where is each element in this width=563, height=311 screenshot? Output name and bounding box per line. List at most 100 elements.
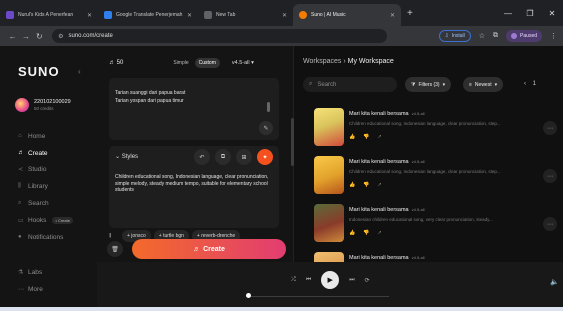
- sparkle-icon[interactable]: ✦: [257, 149, 273, 165]
- extensions-icon[interactable]: ⧉: [493, 32, 498, 40]
- new-tab-button[interactable]: +: [407, 8, 413, 19]
- song-title[interactable]: Mari kita kenali bersama v4.5-all: [349, 255, 425, 261]
- version-select[interactable]: v4.5-all ▾: [232, 60, 254, 66]
- song-row[interactable]: Mari kita kenali bersama v4.5-all Childre…: [303, 156, 561, 204]
- like-icon[interactable]: 👍: [349, 230, 355, 236]
- volume-icon[interactable]: 🔈: [550, 278, 559, 286]
- song-title[interactable]: Mari kita kenali bersama v4.5-all: [349, 207, 425, 213]
- previous-icon[interactable]: ⏮: [306, 277, 311, 284]
- song-title[interactable]: Mari kita kenali bersama v4.5-all: [349, 111, 425, 117]
- user-name: 220102100029: [34, 99, 71, 105]
- sort-button[interactable]: ≡ Newest ▾: [463, 77, 504, 92]
- dislike-icon[interactable]: 👎: [363, 230, 369, 236]
- shuffle-icon[interactable]: ⊞: [236, 149, 252, 165]
- song-row[interactable]: Mari kita kenali bersama v4.5-all: [303, 252, 561, 262]
- lyrics-textarea[interactable]: Tarian suanggi dari papua barat Tarian y…: [109, 78, 279, 140]
- sidebar-item-search[interactable]: ⌕ Search: [18, 195, 73, 212]
- clear-icon[interactable]: 🗑: [107, 241, 123, 257]
- like-icon[interactable]: 👍: [349, 134, 355, 140]
- close-icon[interactable]: ✕: [187, 12, 192, 19]
- create-scrollbar[interactable]: [291, 118, 294, 166]
- song-description: Children educational song, Indonesian la…: [349, 169, 501, 174]
- shuffle-icon[interactable]: ⤮: [291, 277, 296, 284]
- version-value: v4.5-all: [231, 60, 250, 66]
- library-icon: ⫼: [18, 183, 21, 190]
- back-icon[interactable]: ←: [6, 32, 19, 41]
- styles-label: Styles: [121, 154, 139, 160]
- breadcrumb-root[interactable]: Workspaces: [303, 58, 341, 65]
- maximize-icon[interactable]: ❐: [519, 9, 541, 18]
- song-cover-image[interactable]: [314, 204, 344, 242]
- forward-icon[interactable]: →: [19, 32, 32, 41]
- search-icon: ⌕: [18, 200, 22, 207]
- lyrics-scrollbar[interactable]: [267, 102, 270, 112]
- dislike-icon[interactable]: 👎: [363, 182, 369, 188]
- copy-icon[interactable]: ⧉: [215, 149, 231, 165]
- sidebar-item-labs[interactable]: ⚗ Labs: [18, 264, 43, 281]
- sidebar-item-studio[interactable]: ≺ Studio: [18, 162, 73, 179]
- search-input[interactable]: ⌕ Search: [303, 77, 397, 92]
- sidebar-item-create[interactable]: ♬ Create: [18, 145, 73, 162]
- browser-tab-active[interactable]: Suno | AI Music ✕: [293, 4, 401, 26]
- create-button[interactable]: ♬ Create: [132, 239, 286, 259]
- song-row[interactable]: Mari kita kenali bersama v4.5-all Indones…: [303, 204, 561, 252]
- page-number: 1: [527, 81, 537, 87]
- sidebar-item-hooks[interactable]: ▭ Hooks • Create: [18, 212, 73, 229]
- hooks-create-badge[interactable]: • Create: [52, 216, 73, 224]
- dislike-icon[interactable]: 👎: [363, 134, 369, 140]
- undo-icon[interactable]: ↶: [194, 149, 210, 165]
- address-bar[interactable]: ⚙ suno.com/create: [52, 29, 387, 43]
- site-info-icon[interactable]: ⚙: [58, 33, 63, 40]
- share-icon[interactable]: ↗: [377, 230, 381, 236]
- minimize-icon[interactable]: —: [497, 9, 519, 18]
- sidebar-item-more[interactable]: ⋯ More: [18, 281, 43, 298]
- song-cover-image[interactable]: [314, 252, 344, 262]
- sidebar-item-library[interactable]: ⫼ Library: [18, 178, 73, 195]
- magic-wand-icon[interactable]: ✎: [259, 121, 273, 135]
- like-icon[interactable]: 👍: [349, 182, 355, 188]
- prev-page-icon[interactable]: ‹: [524, 81, 526, 87]
- share-icon[interactable]: ↗: [377, 134, 381, 140]
- collapse-sidebar-icon[interactable]: ‹: [78, 67, 81, 76]
- share-icon[interactable]: ↗: [377, 182, 381, 188]
- mode-simple-tab[interactable]: Simple: [169, 58, 192, 68]
- install-app-button[interactable]: ⇩ Install: [438, 30, 471, 42]
- repeat-icon[interactable]: ⟳: [365, 277, 370, 284]
- close-icon[interactable]: ✕: [282, 12, 287, 19]
- browser-tab[interactable]: Nurul's Kids A Penerfean ✕: [0, 4, 98, 26]
- sidebar-item-notifications[interactable]: ● Notifications: [18, 229, 73, 246]
- browser-toolbar: ← → ↻ ⚙ suno.com/create ⇩ Install ☆ ⧉ Pa…: [0, 26, 563, 46]
- profile-button[interactable]: Paused: [506, 30, 543, 42]
- more-options-icon[interactable]: ⋯: [543, 169, 557, 183]
- user-profile[interactable]: 220102100029 50 credits: [15, 98, 71, 112]
- bookmark-icon[interactable]: ☆: [479, 32, 485, 40]
- browser-tab[interactable]: Google Translate Penerjemah g ✕: [98, 4, 198, 26]
- progress-bar[interactable]: [249, 296, 389, 297]
- song-title[interactable]: Mari kita kenali bersama v4.5-all: [349, 159, 425, 165]
- sidebar-item-home[interactable]: ⌂ Home: [18, 128, 73, 145]
- workspace-panel: Workspaces › My Workspace ⌕ Search ⧩ Fil…: [295, 46, 563, 262]
- more-options-icon[interactable]: ⋯: [543, 121, 557, 135]
- menu-icon[interactable]: ⋮: [550, 32, 557, 40]
- filters-button[interactable]: ⧩ Filters (3) ▾: [405, 77, 452, 92]
- reload-icon[interactable]: ↻: [33, 32, 46, 41]
- progress-handle[interactable]: [246, 293, 251, 298]
- mode-custom-tab[interactable]: Custom: [194, 58, 220, 68]
- browser-tab[interactable]: New Tab ✕: [198, 4, 293, 26]
- song-row[interactable]: Mari kita kenali bersama v4.5-all Childre…: [303, 108, 561, 156]
- play-button[interactable]: ▶: [321, 271, 340, 289]
- credits-value: 50: [116, 60, 124, 66]
- next-icon[interactable]: ⏭: [349, 277, 354, 284]
- song-cover-image[interactable]: [314, 156, 344, 194]
- styles-input[interactable]: Children educational song, Indonesian la…: [115, 174, 275, 194]
- styles-toggle[interactable]: ⌄ Styles: [115, 153, 138, 160]
- close-icon[interactable]: ✕: [390, 12, 395, 19]
- tab-title: New Tab: [216, 12, 236, 18]
- more-options-icon[interactable]: ⋯: [543, 217, 557, 231]
- close-window-icon[interactable]: ✕: [541, 9, 563, 18]
- sidebar-item-label: Studio: [28, 166, 47, 174]
- song-cover-image[interactable]: [314, 108, 344, 146]
- close-icon[interactable]: ✕: [87, 12, 92, 19]
- suno-logo[interactable]: SUNO: [18, 64, 60, 79]
- sidebar-item-label: More: [28, 285, 43, 293]
